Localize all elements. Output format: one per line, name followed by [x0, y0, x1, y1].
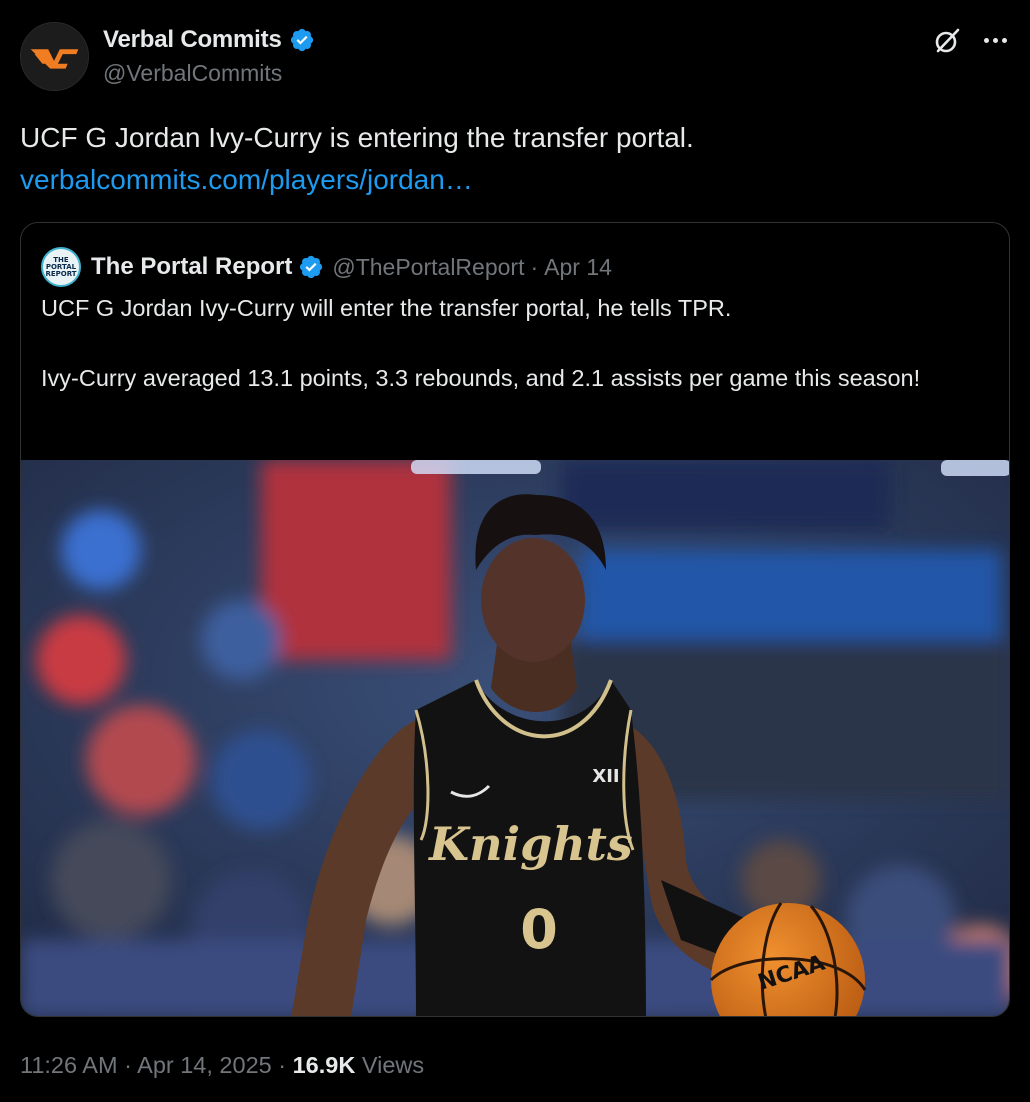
- conference-logo: XII: [592, 766, 619, 787]
- quoted-author-avatar[interactable]: THE PORTAL REPORT: [41, 247, 81, 287]
- grok-icon[interactable]: [932, 26, 962, 56]
- author-block: Verbal Commits @VerbalCommits: [103, 26, 315, 87]
- tweet-date[interactable]: Apr 14, 2025: [137, 1052, 272, 1078]
- verified-badge-icon: [300, 255, 323, 279]
- meta-separator: ·: [278, 1052, 287, 1078]
- quoted-tweet-header: THE PORTAL REPORT The Portal Report @ThePo…: [41, 247, 612, 287]
- quoted-tweet-photo[interactable]: Knights 0 XII NCAA: [21, 460, 1009, 1016]
- tweet-link[interactable]: verbalcommits.com/players/jordan…: [20, 159, 1010, 201]
- quoted-avatar-label: THE PORTAL REPORT: [45, 255, 77, 278]
- quoted-author-handle: @ThePortalReport: [332, 253, 525, 280]
- jersey-number: 0: [520, 898, 558, 961]
- quoted-tweet[interactable]: THE PORTAL REPORT The Portal Report @ThePo…: [20, 222, 1010, 1017]
- quoted-tweet-text: UCF G Jordan Ivy-Curry will enter the tr…: [41, 295, 921, 391]
- author-name[interactable]: Verbal Commits: [103, 26, 282, 54]
- verified-badge-icon[interactable]: [289, 27, 315, 53]
- author-handle[interactable]: @VerbalCommits: [103, 60, 315, 87]
- quoted-date[interactable]: Apr 14: [544, 254, 612, 281]
- tweet-time[interactable]: 11:26 AM: [20, 1052, 118, 1078]
- tweet-meta: 11:26 AM · Apr 14, 2025 · 16.9K Views: [20, 1052, 424, 1079]
- more-options-icon[interactable]: [980, 30, 1010, 50]
- jersey-text: Knights: [427, 817, 633, 871]
- views-label: Views: [361, 1052, 425, 1078]
- tweet-text-block: UCF G Jordan Ivy-Curry is entering the t…: [20, 117, 1010, 201]
- quoted-author-name[interactable]: The Portal Report: [91, 253, 292, 281]
- vc-logo-icon: [21, 23, 88, 90]
- quoted-separator: ·: [530, 253, 539, 280]
- tweet-text: UCF G Jordan Ivy-Curry is entering the t…: [20, 122, 694, 153]
- basketball-player-photo: Knights 0 XII NCAA: [21, 460, 1009, 1016]
- author-avatar[interactable]: [20, 22, 89, 91]
- views-count: 16.9K: [292, 1052, 356, 1078]
- meta-separator: ·: [124, 1052, 132, 1078]
